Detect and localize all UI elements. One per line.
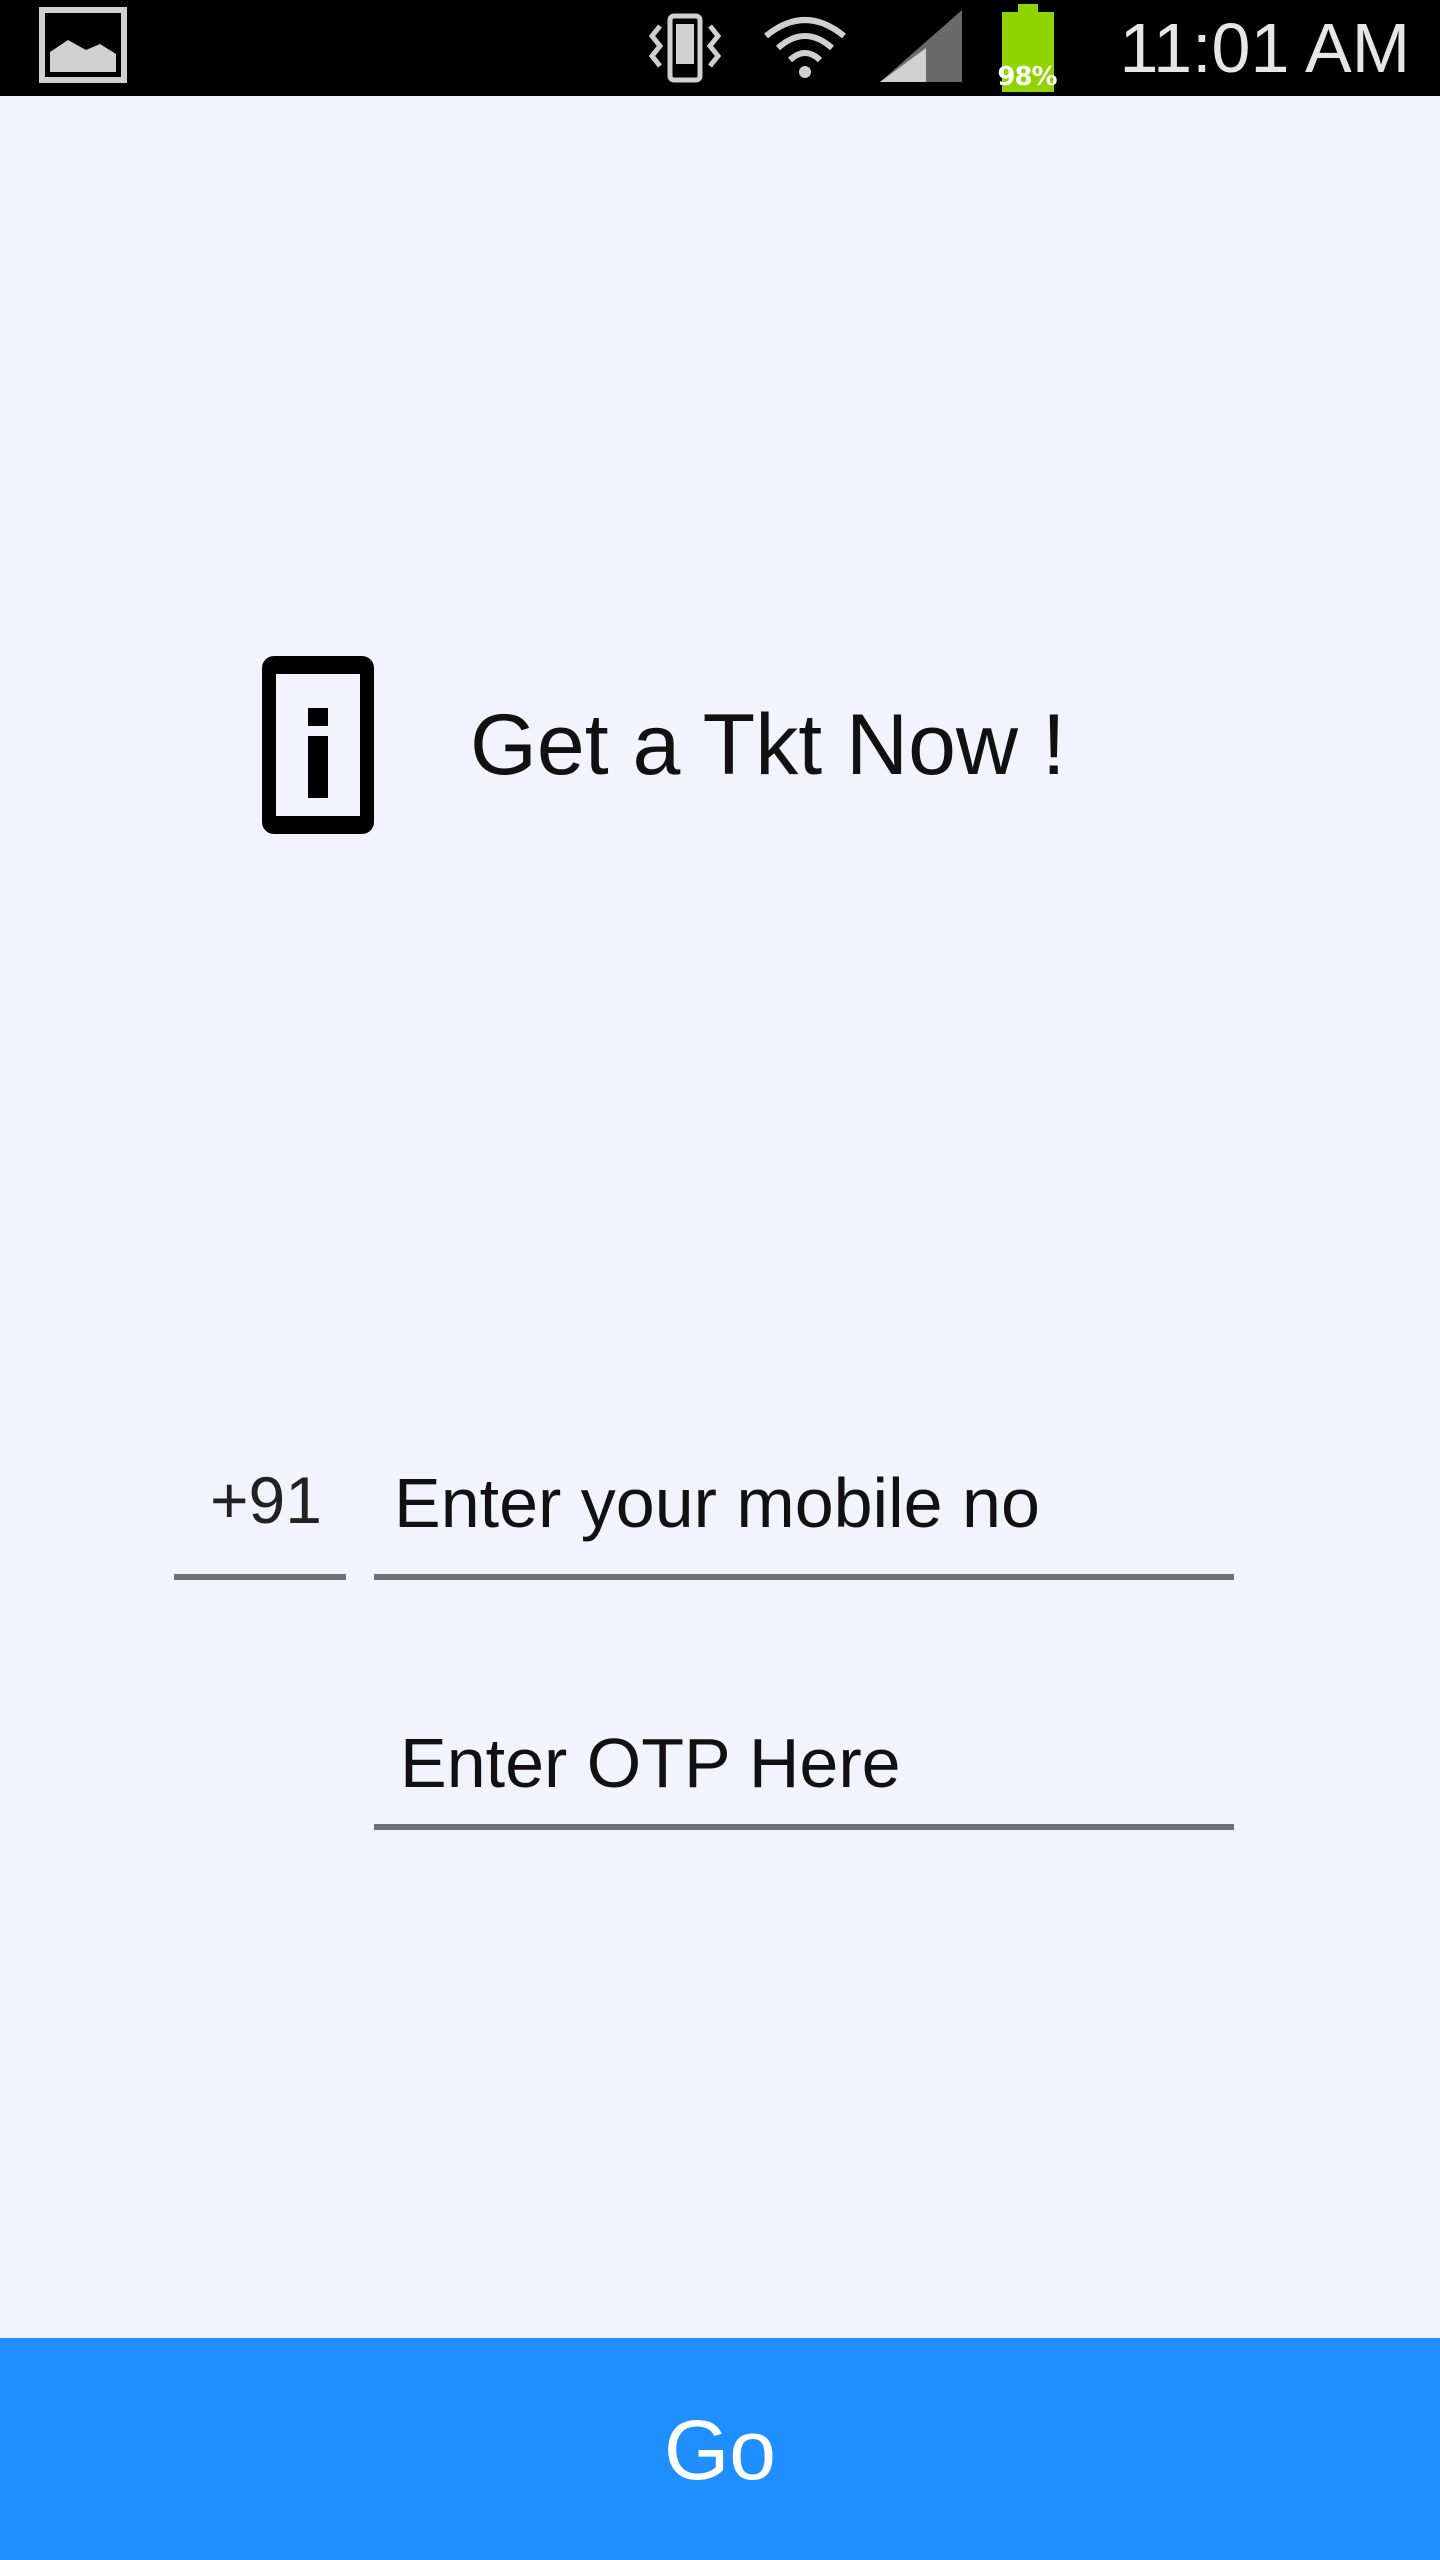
clock: 11:01 AM (1119, 9, 1410, 87)
vibrate-icon (648, 13, 722, 83)
phone-info-icon (262, 656, 374, 834)
status-bar: 98% 11:01 AM (0, 0, 1440, 96)
country-code-label: +91 (210, 1463, 322, 1537)
mobile-number-field[interactable] (374, 1440, 1234, 1580)
mobile-number-input[interactable] (394, 1448, 1214, 1558)
login-screen: 98% 11:01 AM Get a Tkt Now ! +91 Go (0, 0, 1440, 2560)
otp-input[interactable] (400, 1708, 1220, 1818)
go-button[interactable]: Go (0, 2338, 1440, 2560)
page-title: Get a Tkt Now ! (470, 697, 1066, 793)
otp-field[interactable] (374, 1690, 1234, 1830)
battery-percent: 98% (997, 62, 1057, 92)
signal-icon (880, 10, 962, 82)
country-code-field[interactable]: +91 (174, 1440, 346, 1580)
gallery-icon (39, 7, 127, 83)
wifi-icon (764, 17, 846, 78)
